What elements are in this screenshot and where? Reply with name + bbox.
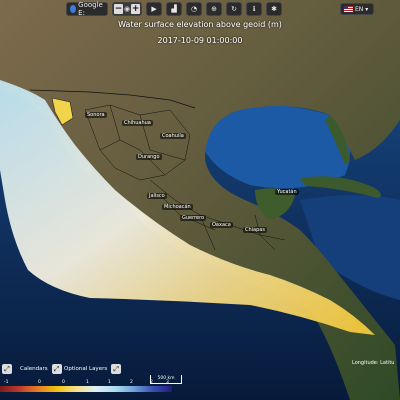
colorbar-tick: 3 [166, 380, 169, 385]
label-guerrero: Guerrero [180, 215, 207, 221]
eye-icon[interactable]: ◉ [124, 5, 130, 13]
colorbar-tick: 0 [38, 380, 41, 385]
optional-layers-control[interactable]: Optional Layers ⤢ [64, 363, 122, 374]
colorbar-tick: 1 [108, 380, 111, 385]
label-yucatan: Yucatán [275, 189, 299, 195]
label-coahuila: Coahuila [160, 133, 186, 139]
globe-settings-icon[interactable]: ⊕ [206, 2, 223, 16]
colorbar-tick: 2 [130, 380, 133, 385]
zoom-in-button[interactable]: + [131, 4, 141, 14]
language-selector[interactable]: EN ▾ [340, 3, 374, 15]
colorbar-tick: 2 [150, 380, 153, 385]
label-chihuahua: Chihuahua [122, 120, 153, 126]
label-michoacan: Michoacán [162, 204, 193, 210]
colorbar-tick: -1 [4, 380, 9, 385]
base-layer-selector[interactable]: Google E: [66, 1, 108, 17]
calendar-label: Calendars [20, 365, 48, 372]
play-icon[interactable]: ▶ [146, 2, 163, 16]
refresh-icon[interactable]: ↻ [226, 2, 243, 16]
optional-layers-label: Optional Layers [64, 365, 108, 372]
zoom-out-button[interactable]: − [114, 4, 123, 14]
calendar-expand-icon[interactable]: ⤢ [51, 363, 62, 374]
colorbar-legend [0, 386, 172, 392]
calendar-control[interactable]: Calendars ⤢ [20, 363, 62, 374]
label-chiapas: Chiapas [243, 227, 267, 233]
label-durango: Durango [136, 154, 162, 160]
map-canvas[interactable] [0, 0, 400, 400]
globe-icon [70, 5, 77, 13]
settings-icon[interactable]: ✱ [266, 2, 283, 16]
flag-icon [344, 6, 353, 12]
base-layer-label: Google E: [78, 1, 103, 17]
info-icon[interactable]: ℹ [246, 2, 263, 16]
label-sonora: Sonora [85, 112, 107, 118]
layer-datetime: 2017-10-09 01:00:00 [157, 36, 243, 45]
label-jalisco: Jalisco [147, 193, 167, 199]
bar-chart-icon[interactable]: ▟ [166, 2, 183, 16]
optional-layers-expand-icon[interactable]: ⤢ [111, 363, 122, 374]
expand-icon[interactable]: ⤢ [2, 363, 12, 374]
coordinates-readout: Longitude: Latitu [352, 360, 395, 366]
top-toolbar: Google E: − ◉ + ▶ ▟ ◔ ⊕ ↻ ℹ ✱ [66, 1, 283, 17]
left-expand-control[interactable]: ⤢ [2, 363, 12, 374]
language-label: EN [355, 5, 364, 13]
colorbar-tick: 1 [86, 380, 89, 385]
speedometer-icon[interactable]: ◔ [186, 2, 203, 16]
label-oaxaca: Oaxaca [210, 222, 233, 228]
zoom-controls: − ◉ + [112, 2, 143, 16]
layer-title: Water surface elevation above geoid (m) [118, 20, 282, 29]
colorbar-tick: 0 [62, 380, 65, 385]
chevron-down-icon: ▾ [365, 5, 369, 13]
